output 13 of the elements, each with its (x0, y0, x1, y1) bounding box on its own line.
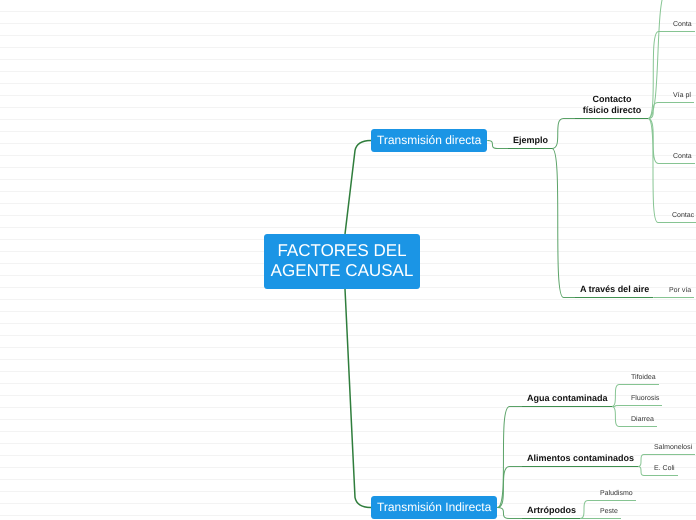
subtopic-label: Agua contaminada (522, 393, 612, 407)
connector-line (652, 297, 666, 298)
subtopic-label: Contacto físicio directo (575, 94, 648, 119)
central-topic: FACTORES DEL AGENTE CAUSAL (264, 234, 420, 289)
subtopic-label: Artrópodos (522, 505, 580, 519)
connector-line (638, 454, 650, 467)
subtopic-label: Ejemplo (508, 135, 552, 149)
connector-line (638, 466, 650, 476)
subtopic-label: Alimentos contaminados (522, 453, 638, 467)
connector-line (486, 140, 508, 149)
topic-node: Transmisión directa (371, 129, 488, 152)
topic-node: Transmisión Indirecta (371, 496, 498, 519)
subtopic-label: A través del aire (575, 284, 654, 298)
